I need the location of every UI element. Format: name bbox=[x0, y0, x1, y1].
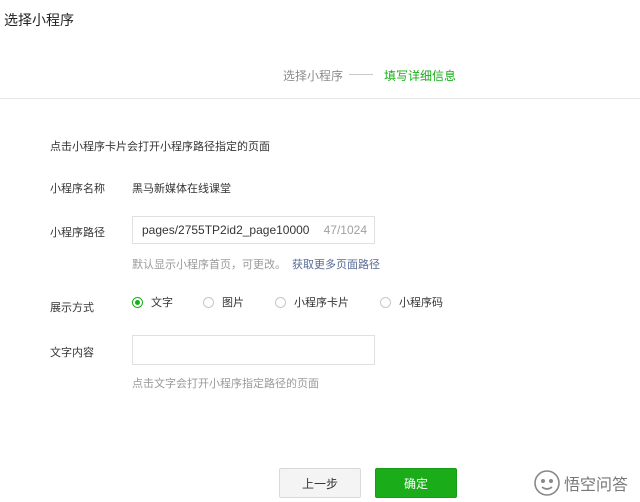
path-hint: 默认显示小程序首页，可更改。 获取更多页面路径 bbox=[132, 256, 380, 272]
previous-step-button[interactable]: 上一步 bbox=[279, 468, 361, 498]
dialog-title: 选择小程序 bbox=[4, 12, 74, 28]
path-input-value: pages/2755TP2id2_page10000 bbox=[142, 223, 310, 237]
step-fill-details: 填写详细信息 bbox=[384, 69, 457, 83]
watermark-text: 悟空问答 bbox=[563, 477, 628, 494]
text-content-input[interactable] bbox=[132, 335, 375, 365]
miniprogram-name-label: 小程序名称 bbox=[50, 183, 105, 195]
wukong-logo-icon bbox=[534, 470, 560, 496]
radio-qrcode-label: 小程序码 bbox=[399, 297, 443, 309]
miniprogram-path-input[interactable]: pages/2755TP2id2_page10000 47/1024 bbox=[132, 216, 375, 244]
text-content-label: 文字内容 bbox=[50, 347, 94, 359]
radio-text-label: 文字 bbox=[151, 297, 173, 309]
intro-hint: 点击小程序卡片会打开小程序路径指定的页面 bbox=[50, 141, 270, 153]
display-mode-label: 展示方式 bbox=[50, 302, 94, 314]
radio-unselected-icon bbox=[203, 296, 214, 308]
radio-image[interactable]: 图片 bbox=[203, 294, 244, 310]
step-select-miniprogram: 选择小程序 bbox=[283, 69, 344, 83]
text-content-hint: 点击文字会打开小程序指定路径的页面 bbox=[132, 378, 319, 390]
path-char-counter: 47/1024 bbox=[323, 223, 367, 237]
header-divider bbox=[0, 98, 640, 99]
step-indicator: 选择小程序 填写详细信息 bbox=[0, 65, 640, 83]
watermark: 悟空问答 bbox=[534, 470, 628, 496]
radio-card[interactable]: 小程序卡片 bbox=[275, 294, 349, 310]
miniprogram-name-value: 黑马新媒体在线课堂 bbox=[132, 183, 231, 195]
path-hint-text: 默认显示小程序首页，可更改。 bbox=[132, 259, 286, 271]
radio-card-label: 小程序卡片 bbox=[294, 297, 349, 309]
radio-text[interactable]: 文字 bbox=[132, 294, 173, 310]
miniprogram-path-label: 小程序路径 bbox=[50, 227, 105, 239]
radio-image-label: 图片 bbox=[222, 297, 244, 309]
radio-selected-icon bbox=[132, 296, 143, 308]
more-paths-link[interactable]: 获取更多页面路径 bbox=[292, 259, 380, 271]
radio-unselected-icon bbox=[380, 296, 391, 308]
radio-qrcode[interactable]: 小程序码 bbox=[380, 294, 443, 310]
step-connector bbox=[349, 74, 373, 75]
confirm-button[interactable]: 确定 bbox=[375, 468, 457, 498]
radio-unselected-icon bbox=[275, 296, 286, 308]
